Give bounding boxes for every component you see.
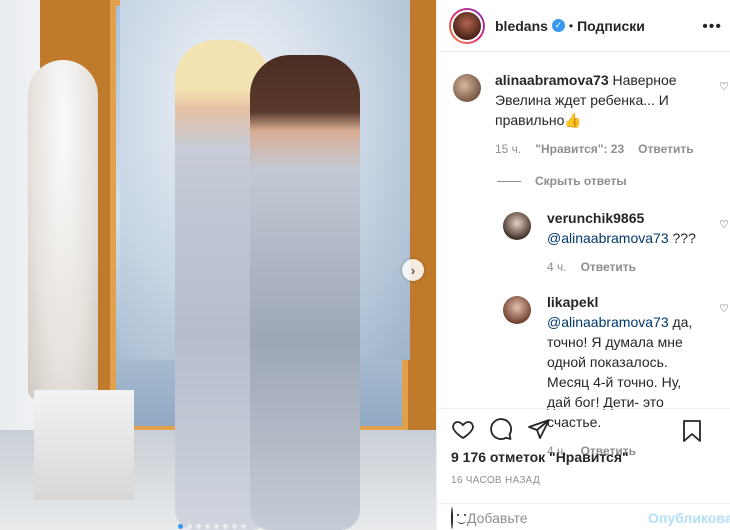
reply-text: ???: [668, 230, 696, 246]
reply-username[interactable]: likapekl: [547, 294, 598, 310]
add-comment-bar: Опубликовать: [437, 503, 730, 530]
comments-list: alinaabramova73 Наверное Эвелина ждет ре…: [437, 70, 730, 458]
commenter-avatar[interactable]: [503, 212, 531, 240]
carousel-dot: [196, 524, 201, 529]
reply-time: 4 ч.: [547, 260, 567, 274]
reply-like-heart-icon[interactable]: ♡: [719, 218, 729, 231]
reply-body: verunchik9865 @alinaabramova73 ???: [547, 208, 701, 248]
post-time-ago[interactable]: 16 ЧАСОВ НАЗАД: [437, 475, 730, 486]
commenter-avatar[interactable]: [503, 296, 531, 324]
carousel-dot: [223, 524, 228, 529]
carousel-dot: [178, 524, 183, 529]
comment-meta: 15 ч. "Нравится": 23 Ответить: [495, 142, 701, 156]
reply-button[interactable]: Ответить: [638, 142, 693, 156]
photo-statue: [28, 60, 98, 400]
chevron-right-icon: ›: [410, 262, 416, 278]
carousel-dot: [187, 524, 192, 529]
carousel-dot: [241, 524, 246, 529]
comment-likes[interactable]: "Нравится": 23: [535, 142, 624, 156]
reply-mention-link[interactable]: @alinaabramova73: [547, 230, 669, 246]
hide-replies-label: Скрыть ответы: [535, 174, 627, 188]
post-header: bledans ✓ • Подписки •••: [437, 0, 730, 52]
post-photo[interactable]: ›: [0, 0, 436, 530]
photo-person-brunette: [250, 55, 360, 530]
header-separator: •: [568, 18, 574, 33]
photo-pedestal: [34, 390, 134, 500]
carousel-dots: [178, 524, 246, 529]
author-avatar[interactable]: [449, 7, 485, 44]
hide-replies-button[interactable]: Скрыть ответы: [497, 174, 730, 188]
comment-item: alinaabramova73 Наверное Эвелина ждет ре…: [437, 70, 730, 156]
commenter-avatar[interactable]: [453, 74, 481, 102]
verified-badge-icon: ✓: [551, 19, 565, 32]
reply-like-heart-icon[interactable]: ♡: [719, 302, 729, 315]
reply-username[interactable]: verunchik9865: [547, 210, 644, 226]
carousel-dot: [214, 524, 219, 529]
reply-button[interactable]: Ответить: [581, 260, 636, 274]
reply-meta: 4 ч. Ответить: [547, 260, 701, 274]
comment-bubble-icon[interactable]: [489, 417, 513, 441]
comment-time: 15 ч.: [495, 142, 522, 156]
comment-like-heart-icon[interactable]: ♡: [719, 80, 729, 93]
emoji-smile-icon[interactable]: [451, 506, 466, 529]
reply-item: verunchik9865 @alinaabramova73 ??? 4 ч. …: [437, 208, 730, 274]
bookmark-icon[interactable]: [681, 419, 703, 443]
post-actions: 9 176 отметок "Нравится" 16 ЧАСОВ НАЗАД …: [437, 408, 730, 530]
like-heart-icon[interactable]: [451, 417, 475, 441]
share-send-icon[interactable]: [527, 417, 551, 441]
hide-replies-line: [497, 180, 521, 182]
comment-input[interactable]: [467, 509, 648, 526]
next-photo-button[interactable]: ›: [402, 259, 424, 281]
author-username[interactable]: bledans: [495, 18, 548, 34]
following-button[interactable]: Подписки: [577, 18, 645, 34]
post-side-panel: bledans ✓ • Подписки ••• alinaabramova73…: [436, 0, 730, 530]
likes-count[interactable]: 9 176 отметок "Нравится": [437, 449, 730, 465]
more-options-icon[interactable]: •••: [702, 18, 722, 36]
comment-username[interactable]: alinaabramova73: [495, 72, 609, 88]
carousel-dot: [205, 524, 210, 529]
carousel-dot: [232, 524, 237, 529]
action-icons-row: [437, 409, 730, 449]
publish-button[interactable]: Опубликовать: [648, 510, 730, 526]
author-avatar-image: [451, 9, 483, 42]
comment-body: alinaabramova73 Наверное Эвелина ждет ре…: [495, 70, 701, 130]
reply-mention-link[interactable]: @alinaabramova73: [547, 314, 669, 330]
